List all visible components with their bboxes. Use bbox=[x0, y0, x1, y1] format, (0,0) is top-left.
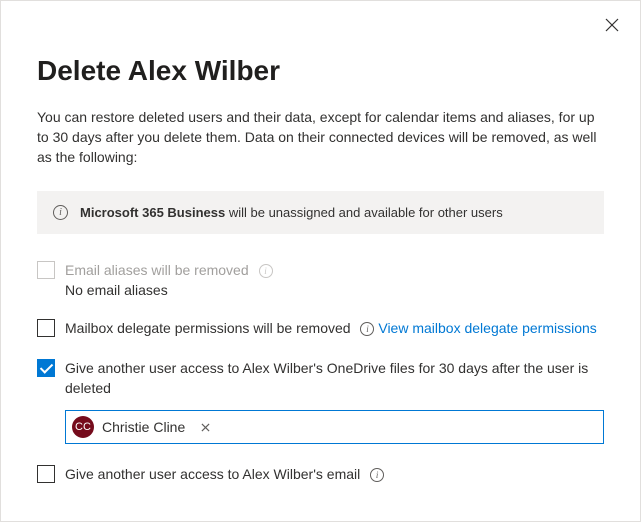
email-access-checkbox[interactable] bbox=[37, 465, 55, 483]
onedrive-user-picker[interactable]: CC Christie Cline bbox=[65, 410, 604, 444]
remove-person-button[interactable] bbox=[197, 419, 213, 435]
option-mailbox-delegate: Mailbox delegate permissions will be rem… bbox=[37, 318, 604, 338]
page-title: Delete Alex Wilber bbox=[37, 55, 604, 87]
close-icon bbox=[201, 423, 210, 432]
close-icon bbox=[605, 18, 619, 32]
description-text: You can restore deleted users and their … bbox=[37, 107, 604, 167]
info-icon[interactable]: i bbox=[360, 322, 374, 336]
onedrive-label: Give another user access to Alex Wilber'… bbox=[65, 360, 588, 396]
aliases-label: Email aliases will be removed bbox=[65, 262, 249, 278]
banner-text: Microsoft 365 Business will be unassigne… bbox=[80, 205, 503, 220]
info-icon: i bbox=[53, 205, 68, 220]
aliases-subtext: No email aliases bbox=[65, 282, 604, 298]
option-onedrive-access: Give another user access to Alex Wilber'… bbox=[37, 358, 604, 444]
person-chip: CC Christie Cline bbox=[72, 416, 213, 438]
onedrive-checkbox[interactable] bbox=[37, 359, 55, 377]
view-delegate-permissions-link[interactable]: View mailbox delegate permissions bbox=[378, 320, 596, 336]
info-icon[interactable]: i bbox=[259, 264, 273, 278]
info-icon[interactable]: i bbox=[370, 468, 384, 482]
aliases-checkbox bbox=[37, 261, 55, 279]
delegate-checkbox[interactable] bbox=[37, 319, 55, 337]
close-button[interactable] bbox=[600, 13, 624, 37]
option-email-aliases: Email aliases will be removed i No email… bbox=[37, 260, 604, 298]
email-access-label: Give another user access to Alex Wilber'… bbox=[65, 466, 360, 482]
delegate-label: Mailbox delegate permissions will be rem… bbox=[65, 320, 351, 336]
delete-user-panel: Delete Alex Wilber You can restore delet… bbox=[1, 1, 640, 521]
license-info-banner: i Microsoft 365 Business will be unassig… bbox=[37, 191, 604, 234]
chip-name: Christie Cline bbox=[102, 419, 185, 435]
option-email-access: Give another user access to Alex Wilber'… bbox=[37, 464, 604, 484]
avatar: CC bbox=[72, 416, 94, 438]
